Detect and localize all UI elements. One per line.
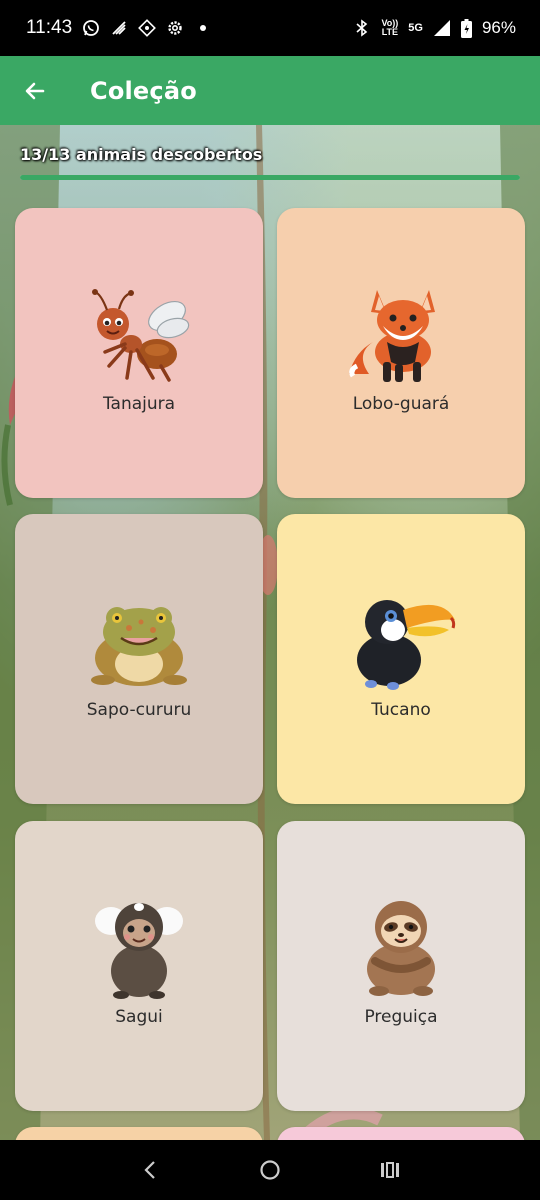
- nav-home-button[interactable]: [250, 1150, 290, 1190]
- animal-card-sapo-cururu[interactable]: Sapo-cururu: [15, 514, 263, 804]
- toucan-icon: [357, 600, 456, 690]
- maned-wolf-icon: [349, 290, 435, 382]
- animal-card-partial[interactable]: [15, 1127, 263, 1140]
- settings-icon: [166, 19, 184, 37]
- animal-name: Sapo-cururu: [86, 700, 192, 720]
- lte-label: LTE: [381, 27, 399, 37]
- battery-percent: 96%: [481, 18, 516, 37]
- recents-nav-icon: [381, 1162, 399, 1178]
- animal-name: Sagui: [115, 1007, 163, 1027]
- back-nav-icon: [144, 1161, 155, 1179]
- animal-card-partial[interactable]: [277, 1127, 525, 1140]
- toad-icon: [91, 607, 187, 686]
- animal-card-preguica[interactable]: Preguiça: [277, 821, 525, 1111]
- animal-card-tanajura[interactable]: Tanajura: [15, 208, 263, 498]
- progress-bar: [20, 175, 520, 180]
- clock: 11:43: [26, 17, 73, 38]
- network-type: 5G: [408, 21, 423, 34]
- sloth-icon: [367, 901, 435, 996]
- back-button[interactable]: [0, 56, 70, 125]
- cell-signal-icon: [433, 19, 451, 37]
- dot-icon: [194, 19, 212, 37]
- progress-bar-fill: [20, 175, 520, 180]
- nav-back-button[interactable]: [130, 1150, 170, 1190]
- nav-recents-button[interactable]: [370, 1150, 410, 1190]
- animal-card-tucano[interactable]: Tucano: [277, 514, 525, 804]
- status-bar: 11:43 Vo)) LTE 5G 96%: [0, 0, 540, 56]
- app-bar: Coleção: [0, 56, 540, 125]
- progress-label: 13/13 animais descobertos: [20, 145, 263, 164]
- whatsapp-icon: [82, 19, 100, 37]
- animal-name: Tanajura: [102, 394, 176, 414]
- data-saver-icon: [138, 19, 157, 37]
- animal-name: Preguiça: [364, 1007, 438, 1027]
- home-nav-icon: [260, 1160, 280, 1180]
- arrow-left-icon: [25, 82, 45, 99]
- animal-name: Lobo-guará: [352, 394, 450, 414]
- battery-icon: [460, 18, 472, 38]
- system-nav-bar: [0, 1140, 540, 1200]
- marmoset-icon: [95, 903, 183, 999]
- signal-boost-icon: [110, 19, 128, 37]
- animal-card-lobo-guara[interactable]: Lobo-guará: [277, 208, 525, 498]
- animal-card-sagui[interactable]: Sagui: [15, 821, 263, 1111]
- volte-indicator: Vo)) LTE: [381, 19, 398, 37]
- collection-screen[interactable]: 13/13 animais descobertos Tanajura Lobo-…: [0, 125, 540, 1140]
- animal-name: Tucano: [371, 700, 431, 720]
- bluetooth-icon: [353, 19, 371, 37]
- page-title: Coleção: [90, 76, 197, 105]
- ant-icon: [92, 289, 190, 382]
